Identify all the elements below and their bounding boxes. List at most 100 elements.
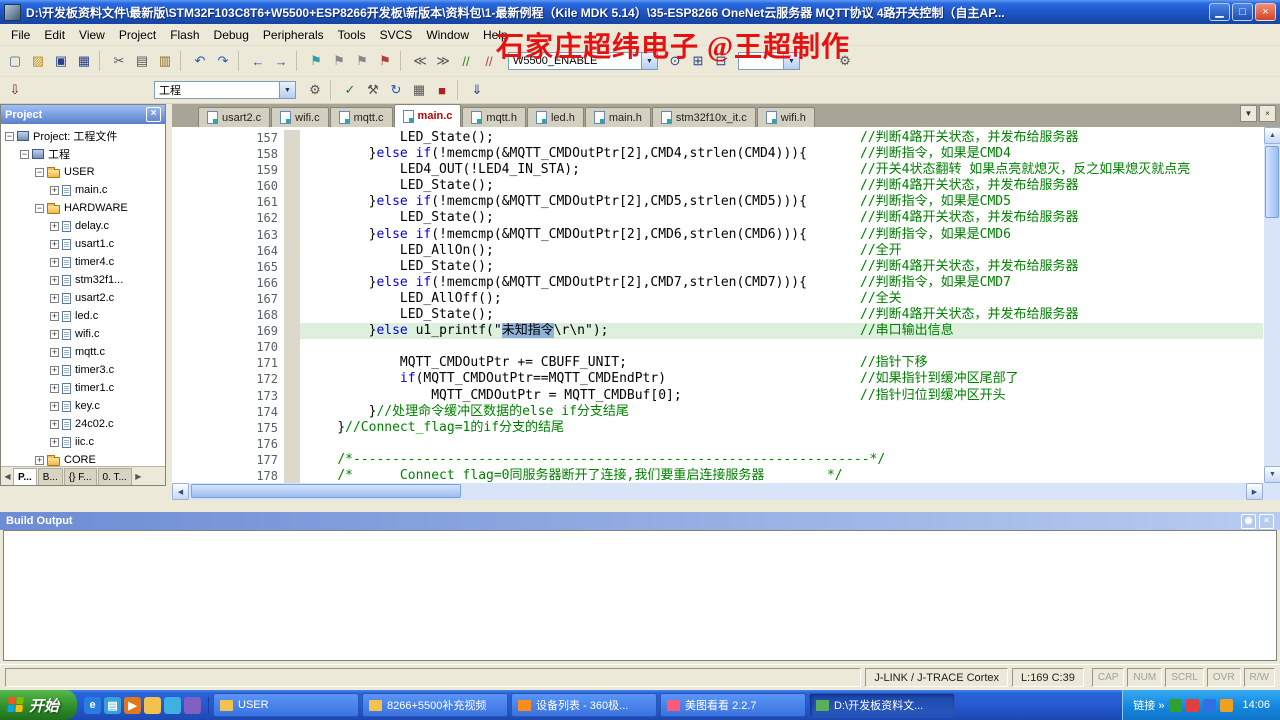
- minus-box-icon[interactable]: −: [35, 203, 44, 213]
- breakpoint-gutter[interactable]: [284, 194, 300, 211]
- options-target-icon[interactable]: ⚙: [304, 79, 326, 101]
- tree-item[interactable]: + usart2.c: [1, 289, 165, 307]
- tab-templates[interactable]: 0. T...: [97, 468, 132, 485]
- tree-item[interactable]: − 工程: [1, 145, 165, 163]
- menu-item-file[interactable]: File: [4, 25, 37, 45]
- quick-launch-media-icon[interactable]: ▶: [124, 696, 142, 714]
- plus-box-icon[interactable]: +: [50, 437, 59, 447]
- tab-wifi-h[interactable]: wifi.h: [756, 107, 815, 127]
- tab-main-c[interactable]: main.c: [393, 104, 462, 127]
- menu-item-svcs[interactable]: SVCS: [373, 25, 420, 45]
- back-icon[interactable]: ←: [247, 50, 269, 72]
- tab-books[interactable]: B...: [37, 468, 63, 485]
- tree-item[interactable]: + CORE: [1, 451, 165, 466]
- plus-box-icon[interactable]: +: [50, 293, 59, 303]
- breakpoint-gutter[interactable]: [284, 371, 300, 388]
- prev-bookmark-icon[interactable]: ⚑: [328, 50, 350, 72]
- menu-item-flash[interactable]: Flash: [163, 25, 206, 45]
- menu-item-help[interactable]: Help: [476, 25, 515, 45]
- tree-item[interactable]: + led.c: [1, 307, 165, 325]
- tree-item[interactable]: − HARDWARE: [1, 199, 165, 217]
- taskbar-button[interactable]: 8266+5500补充视频: [362, 693, 509, 717]
- minus-box-icon[interactable]: −: [5, 131, 14, 141]
- vertical-scrollbar[interactable]: ▲ ▼: [1263, 127, 1280, 483]
- tab-mqtt-c[interactable]: mqtt.c: [329, 107, 393, 127]
- plus-box-icon[interactable]: +: [50, 221, 59, 231]
- plus-box-icon[interactable]: +: [50, 383, 59, 393]
- tab-functions[interactable]: {} F...: [63, 468, 97, 485]
- quick-launch-folder-icon[interactable]: [144, 696, 162, 714]
- quick-launch-browser-icon[interactable]: e: [84, 696, 102, 714]
- breakpoint-gutter[interactable]: [284, 162, 300, 179]
- breakpoint-gutter[interactable]: [284, 339, 300, 356]
- tab-led-h[interactable]: led.h: [526, 107, 584, 127]
- plus-box-icon[interactable]: +: [50, 365, 59, 375]
- comment-icon[interactable]: //: [455, 50, 477, 72]
- breakpoint-gutter[interactable]: [284, 387, 300, 404]
- menu-item-project[interactable]: Project: [112, 25, 163, 45]
- plus-box-icon[interactable]: +: [50, 185, 59, 195]
- tree-item[interactable]: − USER: [1, 163, 165, 181]
- scroll-left-icon[interactable]: ◀: [2, 472, 13, 481]
- breakpoint-gutter[interactable]: [284, 146, 300, 163]
- paste-icon[interactable]: ▥: [154, 50, 176, 72]
- tab-wifi-c[interactable]: wifi.c: [271, 107, 329, 127]
- plus-box-icon[interactable]: +: [50, 257, 59, 267]
- tree-item[interactable]: + wifi.c: [1, 325, 165, 343]
- batch-build-icon[interactable]: ▦: [408, 79, 430, 101]
- tray-icon[interactable]: [1203, 698, 1217, 712]
- pin-icon[interactable]: ◉: [1241, 513, 1256, 529]
- close-button[interactable]: ×: [1255, 3, 1276, 21]
- scroll-right-icon[interactable]: ▶: [1246, 483, 1263, 500]
- clear-bookmarks-icon[interactable]: ⚑: [374, 50, 396, 72]
- quick-launch-messenger-icon[interactable]: [164, 696, 182, 714]
- menu-item-tools[interactable]: Tools: [331, 25, 373, 45]
- links-toolbar[interactable]: 链接 »: [1133, 697, 1164, 713]
- new-file-icon[interactable]: ▢: [4, 50, 26, 72]
- save-icon[interactable]: ▣: [50, 50, 72, 72]
- tree-item[interactable]: + timer1.c: [1, 379, 165, 397]
- build-icon[interactable]: ⚒: [362, 79, 384, 101]
- tab-list-icon[interactable]: ▼: [1240, 105, 1257, 122]
- find-combo[interactable]: W5500_ENABLE ▼: [508, 52, 658, 70]
- breakpoint-gutter[interactable]: [284, 290, 300, 308]
- expression-combo[interactable]: ▼: [738, 52, 800, 70]
- breakpoint-gutter[interactable]: [284, 226, 300, 243]
- breakpoint-gutter[interactable]: [284, 467, 300, 483]
- breakpoint-gutter[interactable]: [284, 274, 300, 291]
- plus-box-icon[interactable]: +: [50, 419, 59, 429]
- tree-item[interactable]: + iic.c: [1, 433, 165, 451]
- unindent-icon[interactable]: ≪: [409, 50, 431, 72]
- plus-box-icon[interactable]: +: [50, 329, 59, 339]
- download-icon[interactable]: ⇓: [466, 79, 488, 101]
- bookmark-icon[interactable]: ⚑: [305, 50, 327, 72]
- chevron-right-icon[interactable]: »: [1158, 700, 1164, 712]
- plus-box-icon[interactable]: +: [50, 311, 59, 321]
- menu-item-view[interactable]: View: [72, 25, 112, 45]
- taskbar-button[interactable]: 设备列表 - 360极...: [511, 693, 658, 717]
- start-button[interactable]: 开始: [0, 690, 78, 720]
- open-folder-icon[interactable]: ▨: [27, 50, 49, 72]
- minus-box-icon[interactable]: −: [35, 167, 44, 177]
- translate-icon[interactable]: ✓: [339, 79, 361, 101]
- minimize-button[interactable]: ▁: [1209, 3, 1230, 21]
- undo-icon[interactable]: ↶: [189, 50, 211, 72]
- configure-icon[interactable]: ⚙: [834, 50, 856, 72]
- taskbar-button[interactable]: 美图看看 2.2.7: [660, 693, 807, 717]
- build-output-content[interactable]: [3, 530, 1277, 661]
- tree-item[interactable]: + key.c: [1, 397, 165, 415]
- breakpoint-gutter[interactable]: [284, 130, 300, 147]
- breakpoint-gutter[interactable]: [284, 210, 300, 227]
- breakpoint-gutter[interactable]: [284, 419, 300, 436]
- tray-icon[interactable]: [1186, 698, 1200, 712]
- horizontal-scrollbar[interactable]: ◀ ▶: [172, 483, 1263, 500]
- scroll-down-icon[interactable]: ▼: [1264, 466, 1280, 483]
- menu-item-debug[interactable]: Debug: [207, 25, 256, 45]
- project-panel-header[interactable]: Project ×: [1, 105, 165, 124]
- stop-build-icon[interactable]: ■: [431, 79, 453, 101]
- code-editor[interactable]: 157 LED_State();//判断4路开关状态，并发布给服务器 158 }e…: [172, 127, 1263, 483]
- tree-item[interactable]: − Project: 工程文件: [1, 127, 165, 145]
- tab-stm32f10x_it-c[interactable]: stm32f10x_it.c: [651, 107, 756, 127]
- tree-item[interactable]: + timer4.c: [1, 253, 165, 271]
- tab-main-h[interactable]: main.h: [584, 107, 651, 127]
